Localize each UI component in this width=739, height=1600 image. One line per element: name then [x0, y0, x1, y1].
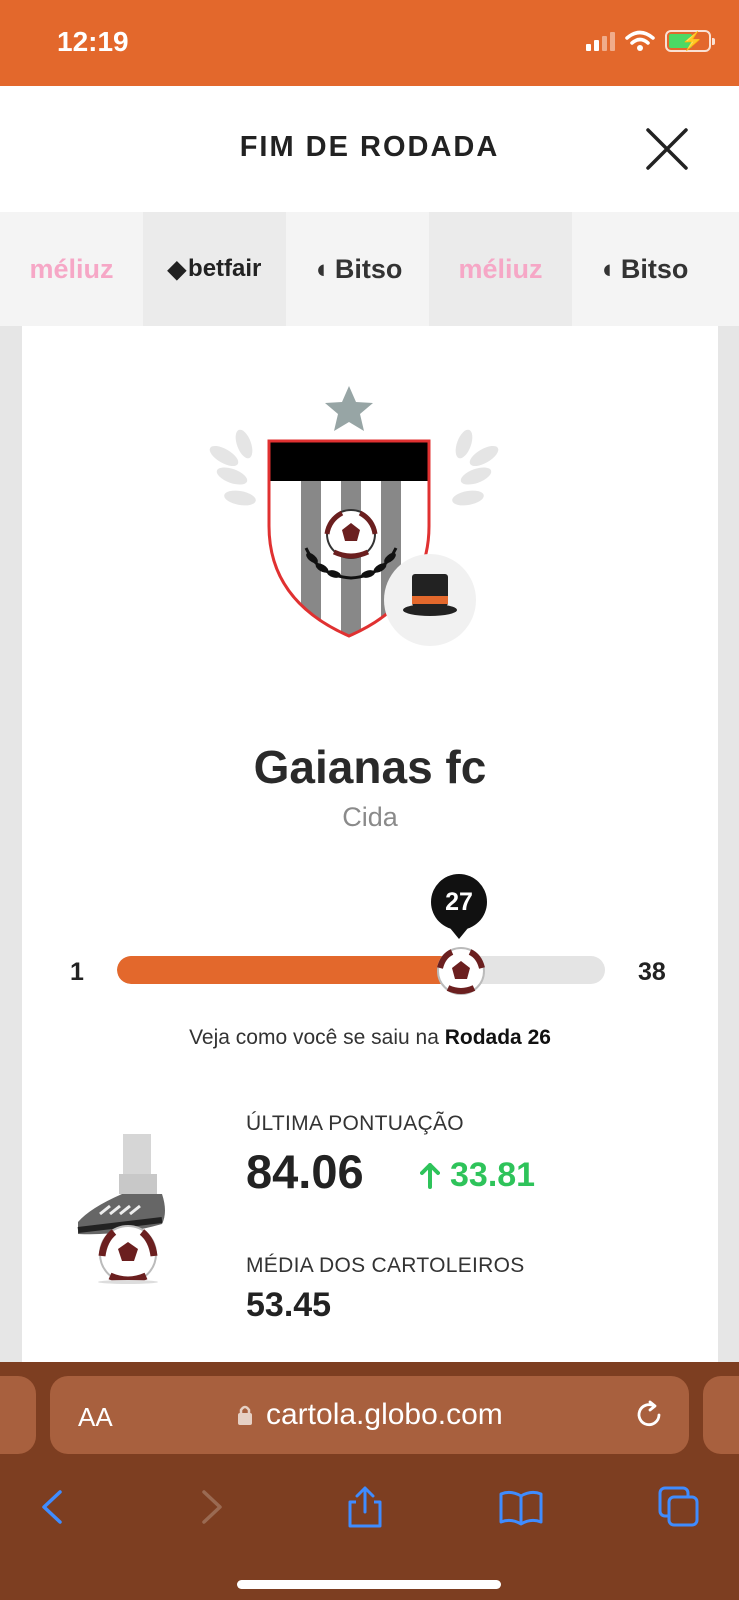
round-hint-prefix: Veja como você se saiu na: [189, 1026, 439, 1049]
url-display[interactable]: cartola.globo.com: [236, 1398, 503, 1432]
text-size-label: AA: [78, 1402, 113, 1432]
next-tab-preview[interactable]: [703, 1376, 739, 1454]
browser-toolbar: [0, 1484, 739, 1544]
page-header: FIM DE RODADA: [0, 86, 739, 212]
sponsor-bitso[interactable]: ◖ Bitso: [572, 212, 715, 326]
score-delta: 33.81: [420, 1156, 535, 1195]
average-score-label: MÉDIA DOS CARTOLEIROS: [246, 1254, 525, 1277]
close-icon[interactable]: [644, 126, 690, 172]
sponsor-betfair-label: betfair: [188, 255, 262, 282]
team-name: Gaianas fc: [253, 741, 487, 793]
back-icon[interactable]: [30, 1484, 76, 1530]
last-score-value: 84.06: [246, 1145, 364, 1198]
average-score-value: 53.45: [246, 1286, 332, 1324]
previous-tab-preview[interactable]: [0, 1376, 36, 1454]
current-round-badge: 27: [431, 874, 487, 939]
arrow-up-icon: [420, 1162, 440, 1189]
status-time: 12:19: [57, 26, 129, 57]
status-icons: ⚡: [586, 30, 715, 52]
last-score-label: ÚLTIMA PONTUAÇÃO: [246, 1112, 464, 1135]
url-text: cartola.globo.com: [266, 1398, 503, 1431]
owner-name: Cida: [342, 802, 398, 832]
team-crest: [209, 386, 499, 646]
bitso-logo-icon: ◖: [598, 253, 615, 284]
sponsor-betfair[interactable]: ◆ betfair: [143, 212, 286, 326]
sponsor-bitso-label: Bitso: [620, 253, 689, 284]
bitso-logo-icon: ◖: [312, 253, 329, 284]
round-range-min: 1: [70, 958, 84, 986]
score-delta-value: 33.81: [450, 1156, 536, 1194]
page-title: FIM DE RODADA: [239, 131, 500, 163]
reload-icon[interactable]: [632, 1398, 666, 1432]
bookmarks-icon[interactable]: [498, 1484, 544, 1530]
battery-icon: ⚡: [665, 30, 715, 52]
address-bar[interactable]: AA cartola.globo.com: [50, 1376, 689, 1454]
soccer-ball-icon: [437, 947, 485, 995]
tabs-icon[interactable]: [656, 1484, 702, 1530]
signal-icon: [586, 31, 615, 51]
star-icon: [325, 386, 373, 431]
share-icon[interactable]: [342, 1484, 388, 1530]
lock-icon: [238, 1405, 252, 1425]
status-bar: 12:19 ⚡: [0, 0, 739, 86]
sponsor-bitso[interactable]: ◖ Bitso: [286, 212, 429, 326]
boot-icon: [77, 1134, 165, 1284]
sponsor-carousel[interactable]: méliuz ◆ betfair ◖ Bitso méliuz ◖ Bitso: [0, 212, 739, 326]
round-hint-round[interactable]: Rodada 26: [445, 1026, 551, 1049]
round-range-max: 38: [638, 958, 666, 986]
sponsor-meliuz[interactable]: méliuz: [429, 212, 572, 326]
round-hint: Veja como você se saiu na Rodada 26: [22, 1026, 718, 1050]
sponsor-meliuz[interactable]: méliuz: [0, 212, 143, 326]
round-summary-card: Gaianas fc Cida 1 38 27 Veja como você s…: [22, 326, 718, 1366]
forward-icon[interactable]: [188, 1484, 234, 1530]
wifi-icon: [625, 30, 655, 51]
home-indicator[interactable]: [237, 1580, 501, 1589]
sponsor-bitso-label: Bitso: [334, 253, 403, 284]
round-progress-bar: [117, 956, 605, 984]
browser-bar: AA cartola.globo.com: [0, 1362, 739, 1600]
text-size-button[interactable]: AA: [78, 1402, 113, 1433]
round-progress-fill: [117, 956, 454, 984]
betfair-logo-icon: ◆: [167, 255, 187, 283]
